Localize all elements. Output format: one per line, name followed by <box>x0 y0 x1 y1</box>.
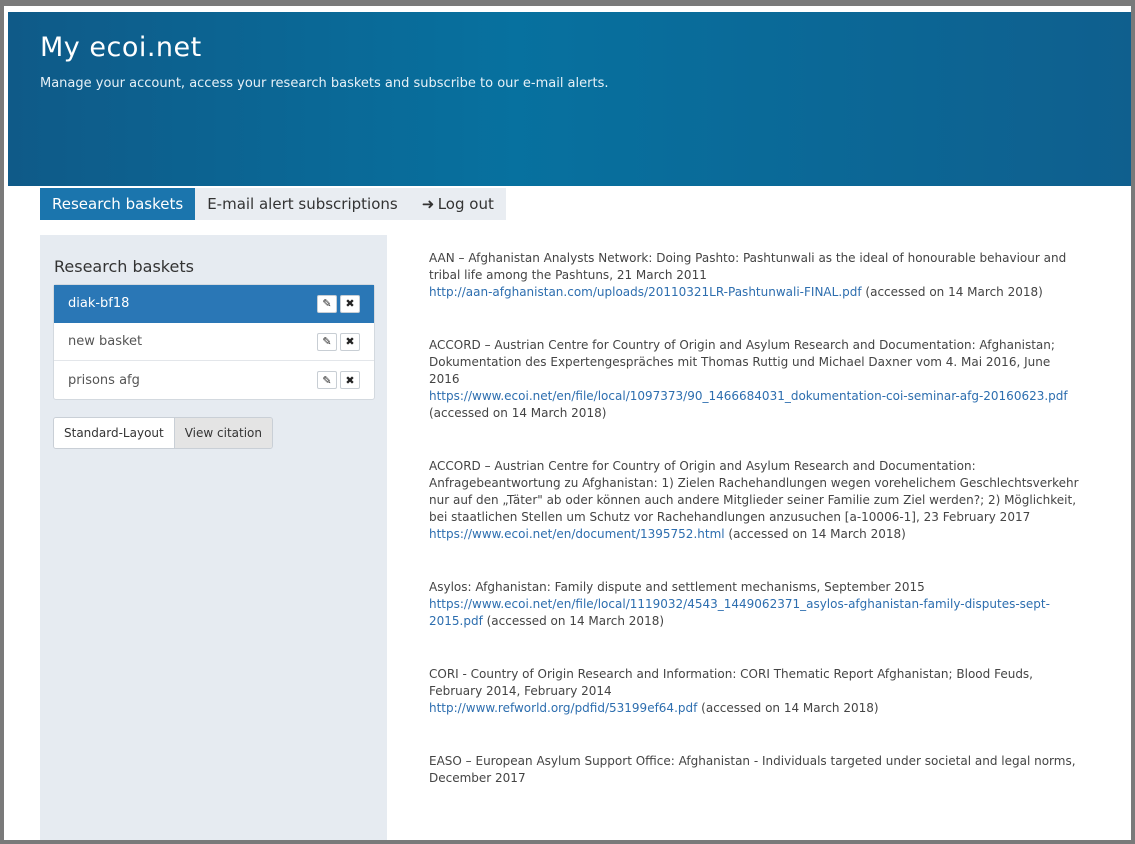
layout-toggle: Standard-Layout View citation <box>53 417 273 449</box>
basket-item[interactable]: prisons afg ✎ ✖ <box>54 361 374 399</box>
basket-name: prisons afg <box>68 372 140 388</box>
citation-link[interactable]: http://aan-afghanistan.com/uploads/20110… <box>429 285 862 299</box>
citation-text: EASO – European Asylum Support Office: A… <box>429 754 1076 785</box>
close-icon[interactable]: ✖ <box>340 371 360 389</box>
standard-layout-button[interactable]: Standard-Layout <box>54 418 174 448</box>
page-title: My ecoi.net <box>40 32 202 63</box>
basket-name: diak-bf18 <box>68 296 130 311</box>
logout-icon: ➜ <box>421 195 435 213</box>
citation-text: AAN – Afghanistan Analysts Network: Doin… <box>429 251 1067 282</box>
basket-list: diak-bf18 ✎ ✖ new basket ✎ ✖ prisons afg… <box>53 284 375 400</box>
close-icon[interactable]: ✖ <box>340 332 360 351</box>
citation-entry: EASO – European Asylum Support Office: A… <box>429 753 1079 787</box>
citation-entry: AAN – Afghanistan Analysts Network: Doin… <box>429 250 1079 301</box>
sidebar-heading: Research baskets <box>54 257 194 276</box>
basket-actions: ✎ ✖ <box>317 294 360 313</box>
tab-email-alerts[interactable]: E-mail alert subscriptions <box>195 188 410 220</box>
page-header: My ecoi.net Manage your account, access … <box>8 12 1131 186</box>
tab-research-baskets[interactable]: Research baskets <box>40 188 196 220</box>
logout-label: Log out <box>437 195 494 213</box>
citation-text: ACCORD – Austrian Centre for Country of … <box>429 459 1079 524</box>
basket-actions: ✎ ✖ <box>317 332 360 351</box>
sidebar: Research baskets diak-bf18 ✎ ✖ new baske… <box>40 235 387 840</box>
citation-list: AAN – Afghanistan Analysts Network: Doin… <box>429 250 1079 823</box>
page-subtitle: Manage your account, access your researc… <box>40 76 609 91</box>
citation-link[interactable]: http://www.refworld.org/pdfid/53199ef64.… <box>429 701 697 715</box>
citation-accessed: (accessed on 14 March 2018) <box>429 406 607 420</box>
citation-text: CORI - Country of Origin Research and In… <box>429 667 1033 698</box>
citation-entry: Asylos: Afghanistan: Family dispute and … <box>429 579 1079 630</box>
close-icon[interactable]: ✖ <box>340 294 360 313</box>
citation-link[interactable]: https://www.ecoi.net/en/file/local/10973… <box>429 389 1068 403</box>
citation-entry: ACCORD – Austrian Centre for Country of … <box>429 458 1079 543</box>
citation-link[interactable]: https://www.ecoi.net/en/document/1395752… <box>429 527 725 541</box>
citation-accessed: (accessed on 14 March 2018) <box>724 527 906 541</box>
pencil-icon[interactable]: ✎ <box>317 332 337 351</box>
pencil-icon[interactable]: ✎ <box>317 294 337 313</box>
logout-button[interactable]: ➜ Log out <box>409 188 506 220</box>
citation-accessed: (accessed on 14 March 2018) <box>482 614 665 628</box>
citation-accessed: (accessed on 14 March 2018) <box>697 701 879 715</box>
basket-item[interactable]: diak-bf18 ✎ ✖ <box>54 285 374 323</box>
basket-actions: ✎ ✖ <box>317 371 360 389</box>
basket-name: new basket <box>68 334 143 349</box>
pencil-icon[interactable]: ✎ <box>317 371 337 389</box>
basket-item[interactable]: new basket ✎ ✖ <box>54 323 374 361</box>
citation-entry: CORI - Country of Origin Research and In… <box>429 666 1079 717</box>
citation-entry: ACCORD – Austrian Centre for Country of … <box>429 337 1079 422</box>
citation-accessed: (accessed on 14 March 2018) <box>861 285 1043 299</box>
citation-text: ACCORD – Austrian Centre for Country of … <box>429 338 1055 386</box>
view-citation-button[interactable]: View citation <box>173 418 272 448</box>
account-tabs: Research baskets E-mail alert subscripti… <box>40 188 506 220</box>
citation-text: Asylos: Afghanistan: Family dispute and … <box>429 580 925 594</box>
browser-frame: My ecoi.net Manage your account, access … <box>0 0 1135 844</box>
